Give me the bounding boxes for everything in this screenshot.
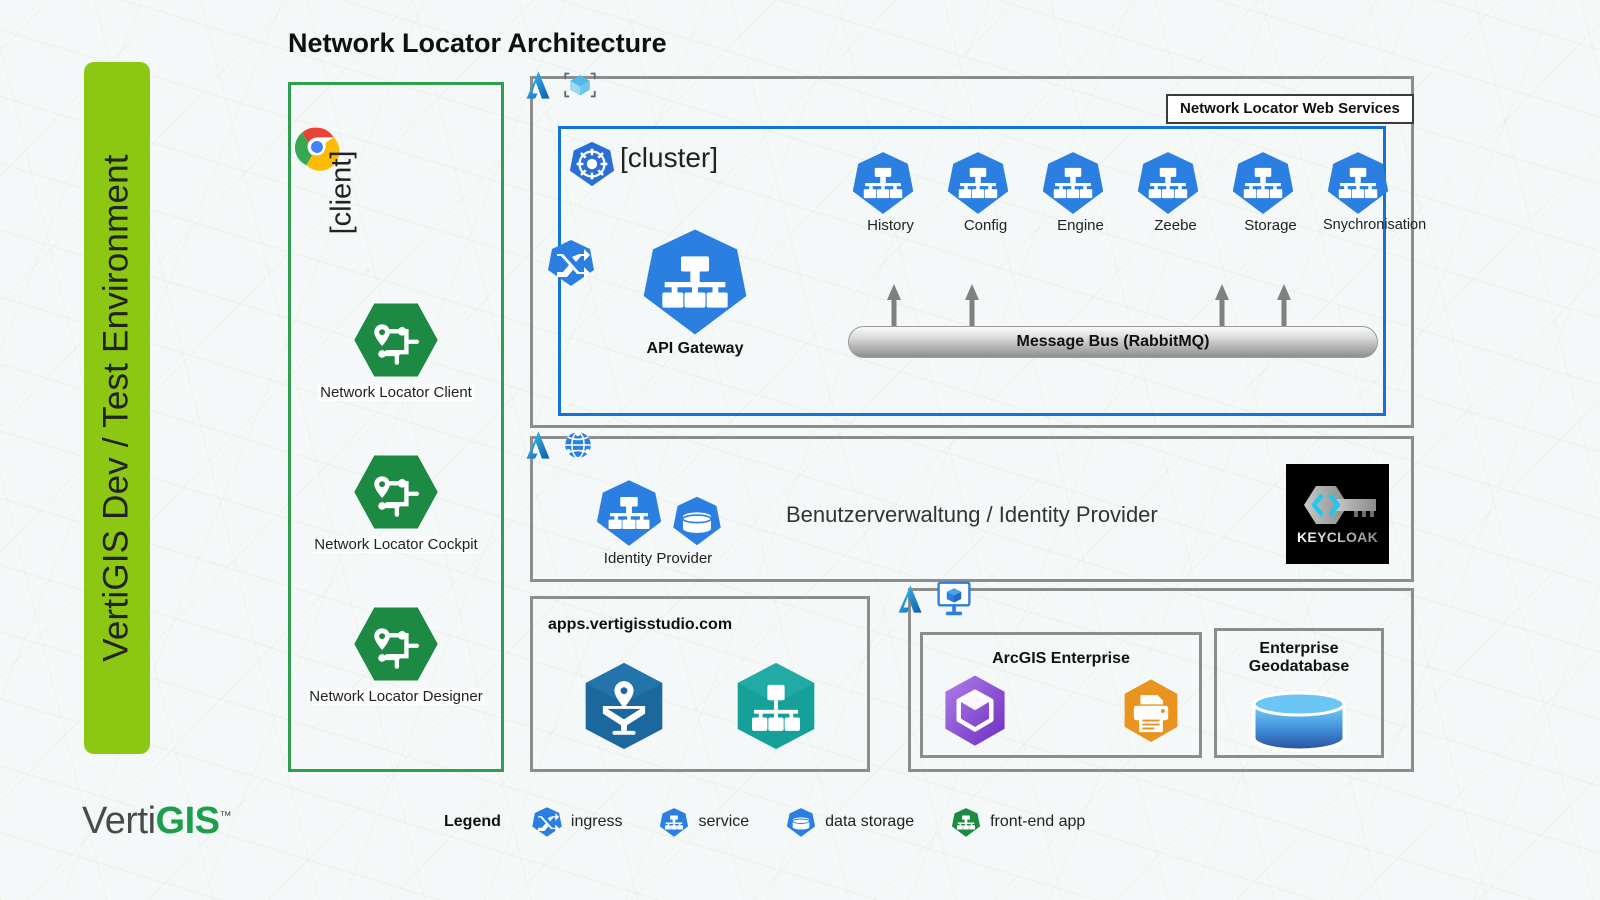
keycloak-label: KEYCLOAK	[1297, 529, 1378, 545]
legend-item-service: service	[658, 807, 749, 838]
api-gateway-label: API Gateway	[646, 340, 744, 357]
service-node-snychronisation[interactable]: Snychronisation	[1323, 150, 1427, 234]
legend-label: data storage	[825, 813, 915, 830]
azure-logo	[898, 585, 922, 613]
kubernetes-service-icon	[852, 152, 914, 214]
service-node-config[interactable]: Config	[943, 150, 1028, 234]
service-label: Snychronisation	[1323, 217, 1427, 233]
data-storage-icon	[673, 496, 721, 546]
gdb-title-line2: Geodatabase	[1248, 658, 1350, 676]
client-app-label: Network Locator Client	[318, 384, 474, 401]
legend: Legend ingress service data storage fron…	[444, 806, 1107, 838]
azure-logo	[526, 71, 550, 99]
legend-label: front-end app	[990, 813, 1086, 830]
page-title: Network Locator Architecture	[288, 28, 667, 58]
azure-badge-identity	[524, 428, 594, 462]
client-app-label: Network Locator Cockpit	[312, 536, 480, 553]
network-locator-hexagon-icon	[292, 604, 500, 684]
identity-provider-node-label: Identity Provider	[603, 550, 713, 567]
kubernetes-helm-icon	[568, 140, 616, 188]
kubernetes-service-icon	[947, 152, 1009, 214]
service-label: Storage	[1244, 217, 1297, 234]
ingress-icon	[546, 238, 596, 288]
service-node-storage[interactable]: Storage	[1228, 150, 1313, 234]
arcgis-enterprise-hexagon-icon[interactable]	[938, 672, 1012, 750]
services-row: History Config Engine Zeebe Storage Snyc…	[848, 150, 1427, 234]
azure-network-globe-icon	[565, 431, 591, 459]
message-bus: Message Bus (RabbitMQ)	[848, 326, 1378, 358]
network-locator-hexagon-icon	[292, 300, 500, 380]
keycloak-key-icon	[1303, 486, 1376, 524]
client-app-network-locator-client[interactable]: Network Locator Client	[292, 300, 500, 402]
kubernetes-service-icon	[660, 807, 689, 837]
service-label: Engine	[1057, 217, 1104, 234]
legend-label: ingress	[570, 813, 623, 830]
azure-badge-vm	[896, 580, 974, 618]
kubernetes-service-icon	[1137, 152, 1199, 214]
service-label: History	[867, 217, 914, 234]
database-cylinder-icon	[1248, 691, 1350, 752]
keycloak-logo: KEYCLOAK	[1286, 464, 1389, 564]
service-node-history[interactable]: History	[848, 150, 933, 234]
client-app-label: Network Locator Designer	[307, 688, 485, 705]
studio-domain-label: apps.vertigisstudio.com	[548, 616, 733, 633]
front-end-app-icon	[952, 807, 981, 837]
client-app-network-locator-cockpit[interactable]: Network Locator Cockpit	[292, 452, 500, 554]
azure-virtual-machine-icon	[937, 581, 971, 616]
service-label: Zeebe	[1154, 217, 1197, 234]
environment-bar: VertiGIS Dev / Test Environment	[84, 62, 150, 754]
legend-item-data-storage: data storage	[785, 807, 914, 838]
print-service-hexagon-icon[interactable]	[1118, 676, 1184, 746]
vertigis-studio-service-hexagon-icon[interactable]	[728, 660, 824, 752]
arcgis-enterprise-title: ArcGIS Enterprise	[992, 650, 1130, 667]
web-services-label: Network Locator Web Services	[1180, 100, 1400, 117]
client-app-network-locator-designer[interactable]: Network Locator Designer	[292, 604, 500, 706]
vertigis-studio-map-hexagon-icon[interactable]	[576, 660, 672, 752]
brand-trademark: ™	[219, 808, 232, 823]
legend-item-ingress: ingress	[531, 806, 623, 838]
gdb-title-line1: Enterprise	[1259, 640, 1339, 657]
api-gateway-node[interactable]: API Gateway	[636, 226, 754, 358]
studio-icons	[576, 660, 824, 752]
network-locator-web-services-badge: Network Locator Web Services	[1166, 94, 1414, 124]
enterprise-geodatabase-title: Enterprise Geodatabase	[1214, 640, 1384, 677]
network-locator-hexagon-icon	[292, 452, 500, 532]
arcgis-enterprise-icons	[932, 672, 1190, 750]
legend-title: Legend	[444, 813, 501, 830]
azure-logo	[526, 431, 550, 459]
service-label: Config	[963, 217, 1008, 234]
kubernetes-service-icon	[643, 229, 747, 335]
service-node-zeebe[interactable]: Zeebe	[1133, 150, 1218, 234]
kubernetes-service-icon	[1042, 152, 1104, 214]
kubernetes-service-icon	[1232, 152, 1294, 214]
aks-cube-icon	[564, 72, 596, 98]
brand-part1: Verti	[82, 800, 156, 842]
cluster-label: [cluster]	[620, 142, 719, 173]
environment-label: VertiGIS Dev / Test Environment	[97, 154, 136, 662]
identity-provider-title: Benutzerverwaltung / Identity Provider	[786, 502, 1158, 527]
data-storage-icon	[787, 807, 816, 837]
client-label: [client]	[325, 150, 358, 235]
ingress-icon	[532, 807, 562, 837]
legend-item-front-end-app: front-end app	[950, 807, 1085, 838]
message-bus-label: Message Bus (RabbitMQ)	[1016, 333, 1210, 350]
vertigis-logo: VertiGIS™	[82, 800, 231, 843]
brand-part2: GIS	[155, 800, 220, 842]
legend-label: service	[698, 813, 750, 830]
azure-badge-aks	[524, 68, 598, 102]
service-node-engine[interactable]: Engine	[1038, 150, 1123, 234]
kubernetes-service-icon	[1327, 152, 1389, 214]
kubernetes-service-icon	[596, 480, 662, 546]
identity-provider-node[interactable]: Identity Provider	[588, 478, 728, 567]
diagram-canvas: VertiGIS Dev / Test Environment Network …	[0, 0, 1600, 900]
